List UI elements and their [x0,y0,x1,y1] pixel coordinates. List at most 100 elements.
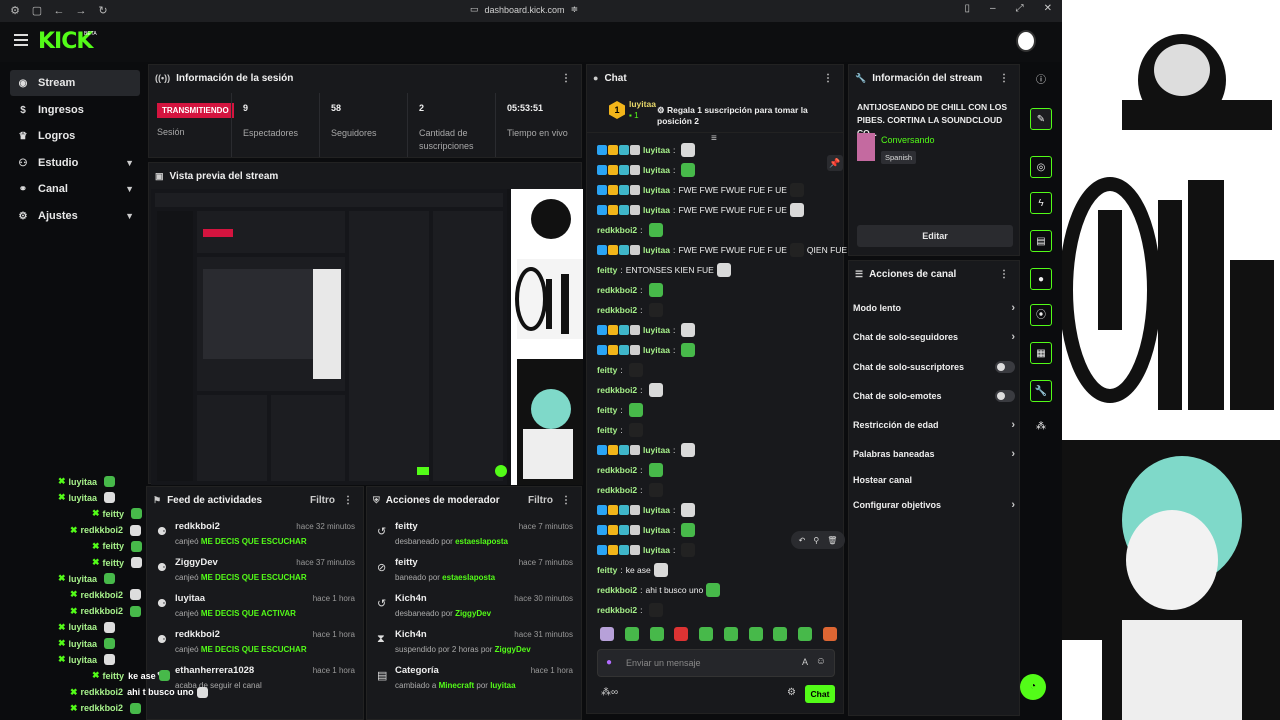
chat-message[interactable]: luyitaa: FWE FWE FWUE FUE F UE [597,201,804,219]
chat-message[interactable]: feitty: [597,361,643,379]
chat-username[interactable]: redkkboi2 [597,225,637,235]
chat-username[interactable]: luyitaa [643,545,670,555]
wrench-tool-icon[interactable]: 🔧 [1030,380,1052,402]
minimize-icon[interactable]: – [990,3,996,14]
points-icon[interactable]: ⁂∞ [601,687,618,698]
chat-username[interactable]: redkkboi2 [597,485,637,495]
user-avatar[interactable] [1016,30,1036,52]
back-icon[interactable]: ← [52,4,66,18]
broadcast-icon[interactable]: ⦿ [1030,304,1052,326]
chat-username[interactable]: luyitaa [643,145,670,155]
chat-settings-icon[interactable]: ⚙ [787,687,796,698]
chat-username[interactable]: redkkboi2 [597,305,637,315]
translate-icon[interactable]: A [802,657,808,667]
chat-input[interactable]: ● Enviar un mensaje A ☺ [597,649,835,677]
chat-message[interactable]: redkkboi2: [597,301,663,319]
chat-username[interactable]: redkkboi2 [597,605,637,615]
filter-icon[interactable]: ≡ [711,133,717,144]
delete-icon[interactable]: 🗑 [827,536,837,545]
close-icon[interactable]: ✕ [1044,3,1052,14]
chat-message[interactable]: luyitaa: [597,141,696,159]
sidebar-item-canal[interactable]: ⚭ Canal ▼ [10,176,140,202]
chat-message[interactable]: redkkboi2: ahi t busco uno [597,581,721,599]
chat-message[interactable]: luyitaa: [597,541,696,559]
emotes-only-toggle[interactable] [995,390,1015,402]
chat-message[interactable]: redkkboi2: [597,481,663,499]
chat-username[interactable]: luyitaa [643,325,670,335]
emote-icon[interactable] [624,627,639,641]
top-gifter[interactable]: luyitaa [629,99,656,109]
chat-message[interactable]: redkkboi2: [597,381,663,399]
sidebar-item-ajustes[interactable]: ⚙ Ajustes ▼ [10,203,140,229]
modactions-filter-button[interactable]: Filtro [528,495,553,506]
chat-username[interactable]: redkkboi2 [597,585,637,595]
chat-message[interactable]: luyitaa: FWE FWE FWUE FUE F UE [597,181,804,199]
send-chat-button[interactable]: Chat [805,685,835,703]
chat-username[interactable]: luyitaa [643,505,670,515]
action-host-channel[interactable]: Hostear canal [853,470,1015,490]
chat-message[interactable]: luyitaa: [597,161,696,179]
chat-message[interactable]: luyitaa: [597,321,696,339]
emote-icon[interactable] [748,627,763,641]
chat-message[interactable]: redkkboi2: [597,601,663,619]
more-icon[interactable]: ⋮ [343,495,353,506]
edit-button[interactable]: Editar [857,225,1013,247]
chat-message[interactable]: luyitaa: [597,441,696,459]
document-icon[interactable]: ▤ [1030,230,1052,252]
chat-bubble-icon[interactable]: ● [1030,268,1052,290]
chat-message[interactable]: luyitaa: [597,341,696,359]
action-goals[interactable]: Configurar objetivos › [853,495,1015,515]
layout-icon[interactable]: ▦ [1030,342,1052,364]
sidebar-toggle-icon[interactable]: ▢ [30,4,44,18]
browser-menu-icon[interactable]: ⚙ [8,4,22,18]
sidebar-item-estudio[interactable]: ⚇ Estudio ▼ [10,150,140,176]
pin-message-icon[interactable]: ⚲ [813,536,819,545]
stream-preview-video[interactable] [151,189,583,485]
emote-icon[interactable] [798,627,813,641]
forward-icon[interactable]: → [74,4,88,18]
mic-icon[interactable]: ● [606,657,612,668]
action-banned-words[interactable]: Palabras baneadas › [853,444,1015,464]
chat-username[interactable]: feitty [597,405,617,415]
sidebar-item-ingresos[interactable]: $ Ingresos [10,97,140,123]
chat-message[interactable]: feitty: ENTONSES KIEN FUE [597,261,731,279]
chat-username[interactable]: luyitaa [643,185,670,195]
support-icon[interactable]: ◔ [1020,674,1046,700]
reply-icon[interactable]: ↶ [799,536,806,545]
category-name[interactable]: Conversando [881,135,935,145]
emote-icon[interactable] [822,627,837,641]
chat-message[interactable]: redkkboi2: [597,221,663,239]
settings-icon[interactable]: ≑ [571,4,579,15]
chat-username[interactable]: feitty [597,425,617,435]
emote-icon[interactable] [723,627,738,641]
chat-username[interactable]: luyitaa [643,525,670,535]
chat-message[interactable]: luyitaa: FWE FWE FWUE FUE F UE QIEN FUE [597,241,847,259]
edit-icon[interactable]: ✎ [1030,108,1052,130]
more-icon[interactable]: ⋮ [823,73,833,84]
sidebar-item-logros[interactable]: ♛ Logros [10,123,140,149]
chat-username[interactable]: feitty [597,265,617,275]
menu-icon[interactable] [14,34,28,46]
chat-username[interactable]: luyitaa [643,245,670,255]
more-icon[interactable]: ⋮ [999,269,1009,280]
chat-username[interactable]: feitty [597,365,617,375]
chat-username[interactable]: luyitaa [643,205,670,215]
emote-icon[interactable] [773,627,788,641]
action-followers-only[interactable]: Chat de solo-seguidores › [853,327,1015,347]
split-icon[interactable]: ▯ [965,3,971,14]
more-icon[interactable]: ⋮ [561,73,571,84]
restore-icon[interactable]: ⤢ [1016,3,1024,14]
bolt-icon[interactable]: ϟ [1030,192,1052,214]
chat-username[interactable]: redkkboi2 [597,285,637,295]
info-icon[interactable]: ⓘ [1030,70,1052,92]
chat-message[interactable]: feitty: [597,421,643,439]
chat-message[interactable]: redkkboi2: [597,461,663,479]
target-icon[interactable]: ◎ [1030,156,1052,178]
address-bar[interactable]: ▭ dashboard.kick.com ≑ [470,4,578,15]
chat-username[interactable]: redkkboi2 [597,465,637,475]
chat-username[interactable]: luyitaa [643,445,670,455]
emote-icon[interactable] [674,627,689,641]
chat-message[interactable]: luyitaa: [597,521,696,539]
chat-message[interactable]: feitty: [597,401,643,419]
chat-message[interactable]: feitty: ke ase [597,561,668,579]
